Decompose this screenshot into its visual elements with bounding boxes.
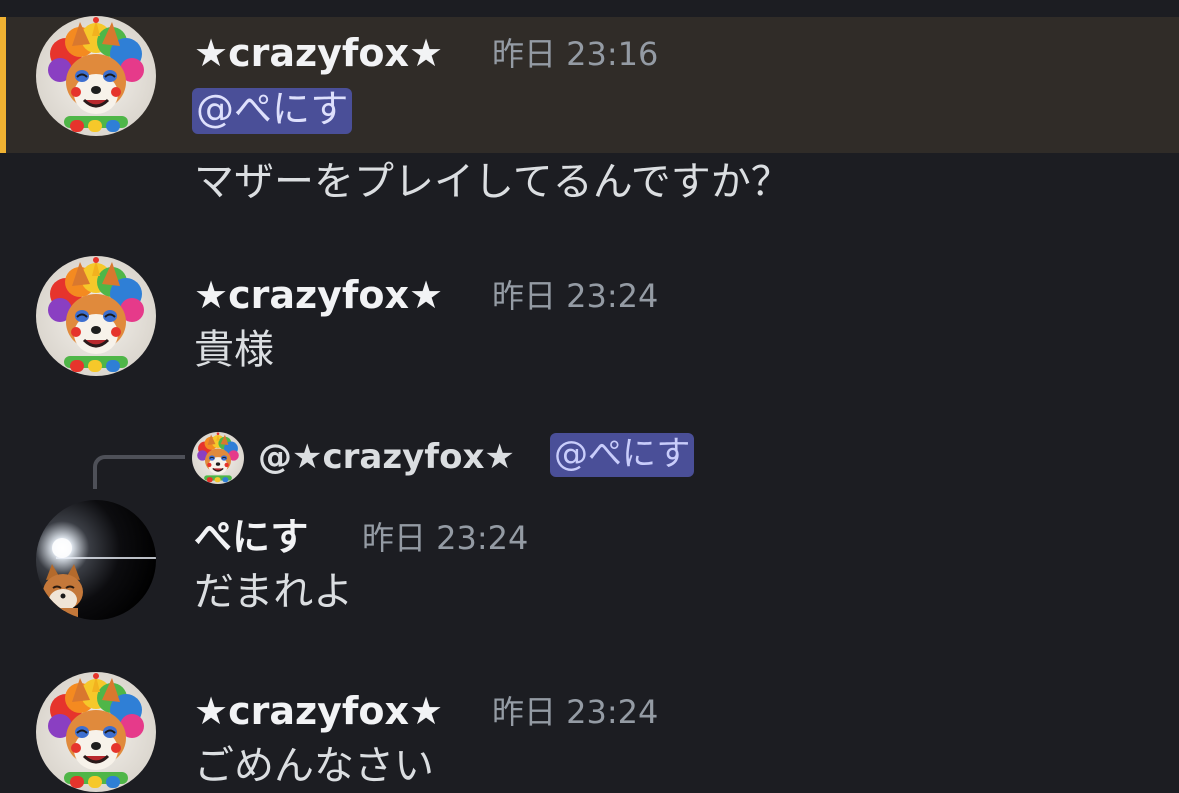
reply-mention[interactable]: @ぺにす: [550, 433, 695, 477]
message-timestamp: 昨日 23:24: [362, 519, 529, 557]
fox-lens-flare-avatar[interactable]: [36, 500, 156, 620]
message-text: 貴様: [194, 327, 274, 373]
clown-fox-avatar[interactable]: [36, 16, 156, 136]
message-author[interactable]: ★crazyfox★: [194, 692, 443, 730]
reply-connector-line: [93, 455, 185, 489]
message-text: だまれよ: [194, 569, 354, 615]
message-text: マザーをプレイしてるんですか？: [194, 159, 791, 205]
chat-message-list: ★crazyfox★ 昨日 23:16 @ぺにす マザーをプレイしてるんですか？…: [0, 0, 1179, 793]
message-timestamp: 昨日 23:16: [492, 35, 659, 73]
user-mention[interactable]: @ぺにす: [192, 88, 353, 134]
clown-fox-avatar[interactable]: [36, 256, 156, 376]
reply-clown-fox-avatar[interactable]: [192, 432, 244, 484]
message-timestamp: 昨日 23:24: [492, 277, 659, 315]
message-author[interactable]: ★crazyfox★: [194, 276, 443, 314]
clown-fox-avatar[interactable]: [36, 672, 156, 792]
reply-author[interactable]: @★crazyfox★: [258, 440, 515, 474]
message-author[interactable]: ★crazyfox★: [194, 34, 443, 72]
message-author[interactable]: ぺにす: [194, 518, 308, 556]
message-text: ごめんなさい: [194, 743, 434, 789]
message-timestamp: 昨日 23:24: [492, 693, 659, 731]
mention-highlight-bar: [0, 17, 6, 153]
